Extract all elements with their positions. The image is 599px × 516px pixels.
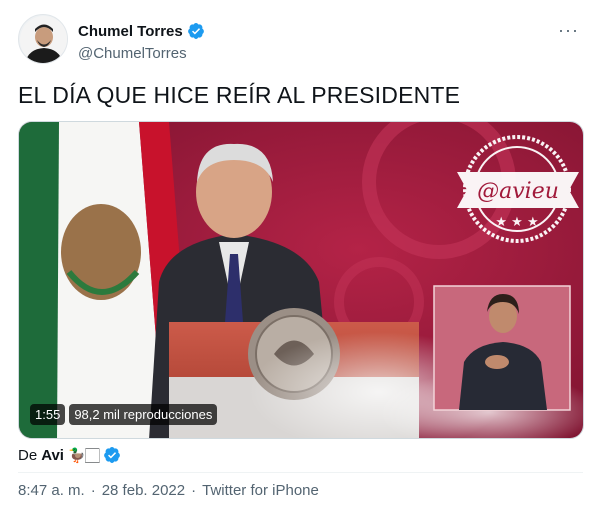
video-view-count: 98,2 mil reproducciones: [69, 404, 218, 425]
tweet-client-link[interactable]: Twitter for iPhone: [202, 482, 319, 499]
sign-language-inset: [433, 285, 571, 411]
source-emoji: 🦆🏻: [67, 446, 100, 463]
verified-badge-icon: [104, 446, 121, 463]
meta-separator: ·: [191, 482, 197, 499]
author-handle[interactable]: @ChumelTorres: [78, 45, 205, 62]
meta-separator: ·: [90, 482, 96, 499]
more-options-icon[interactable]: ···: [558, 20, 579, 41]
watermark-text: @avieu: [477, 179, 559, 204]
video-badges: 1:55 98,2 mil reproducciones: [30, 404, 218, 425]
tweet-time-link[interactable]: 8:47 a. m.: [18, 482, 85, 499]
source-user-link[interactable]: Avi: [41, 447, 64, 464]
watermark-stars: ★ ★ ★: [495, 215, 538, 230]
author-names: Chumel Torres @ChumelTorres: [78, 22, 205, 62]
video-source: De Avi 🦆🏻: [18, 446, 121, 464]
tweet-header: Chumel Torres @ChumelTorres ···: [18, 14, 583, 66]
verified-badge-icon: [187, 22, 204, 39]
video-thumbnail: @avieu ★ ★ ★: [19, 122, 583, 438]
source-prefix: De: [18, 446, 38, 464]
tweet-meta: 8:47 a. m. · 28 feb. 2022 · Twitter for …: [18, 482, 319, 499]
tweet-date-link[interactable]: 28 feb. 2022: [102, 482, 185, 499]
video-player[interactable]: @avieu ★ ★ ★ 1:55 98,2 mil reproduccione…: [18, 121, 584, 439]
display-name-link[interactable]: Chumel Torres: [78, 22, 205, 40]
divider: [18, 472, 583, 473]
tweet-text: EL DÍA QUE HICE REÍR AL PRESIDENTE: [18, 82, 461, 108]
display-name[interactable]: Chumel Torres: [78, 23, 183, 40]
avatar-image: [20, 16, 67, 63]
avatar[interactable]: [18, 14, 68, 64]
video-duration: 1:55: [30, 404, 66, 425]
